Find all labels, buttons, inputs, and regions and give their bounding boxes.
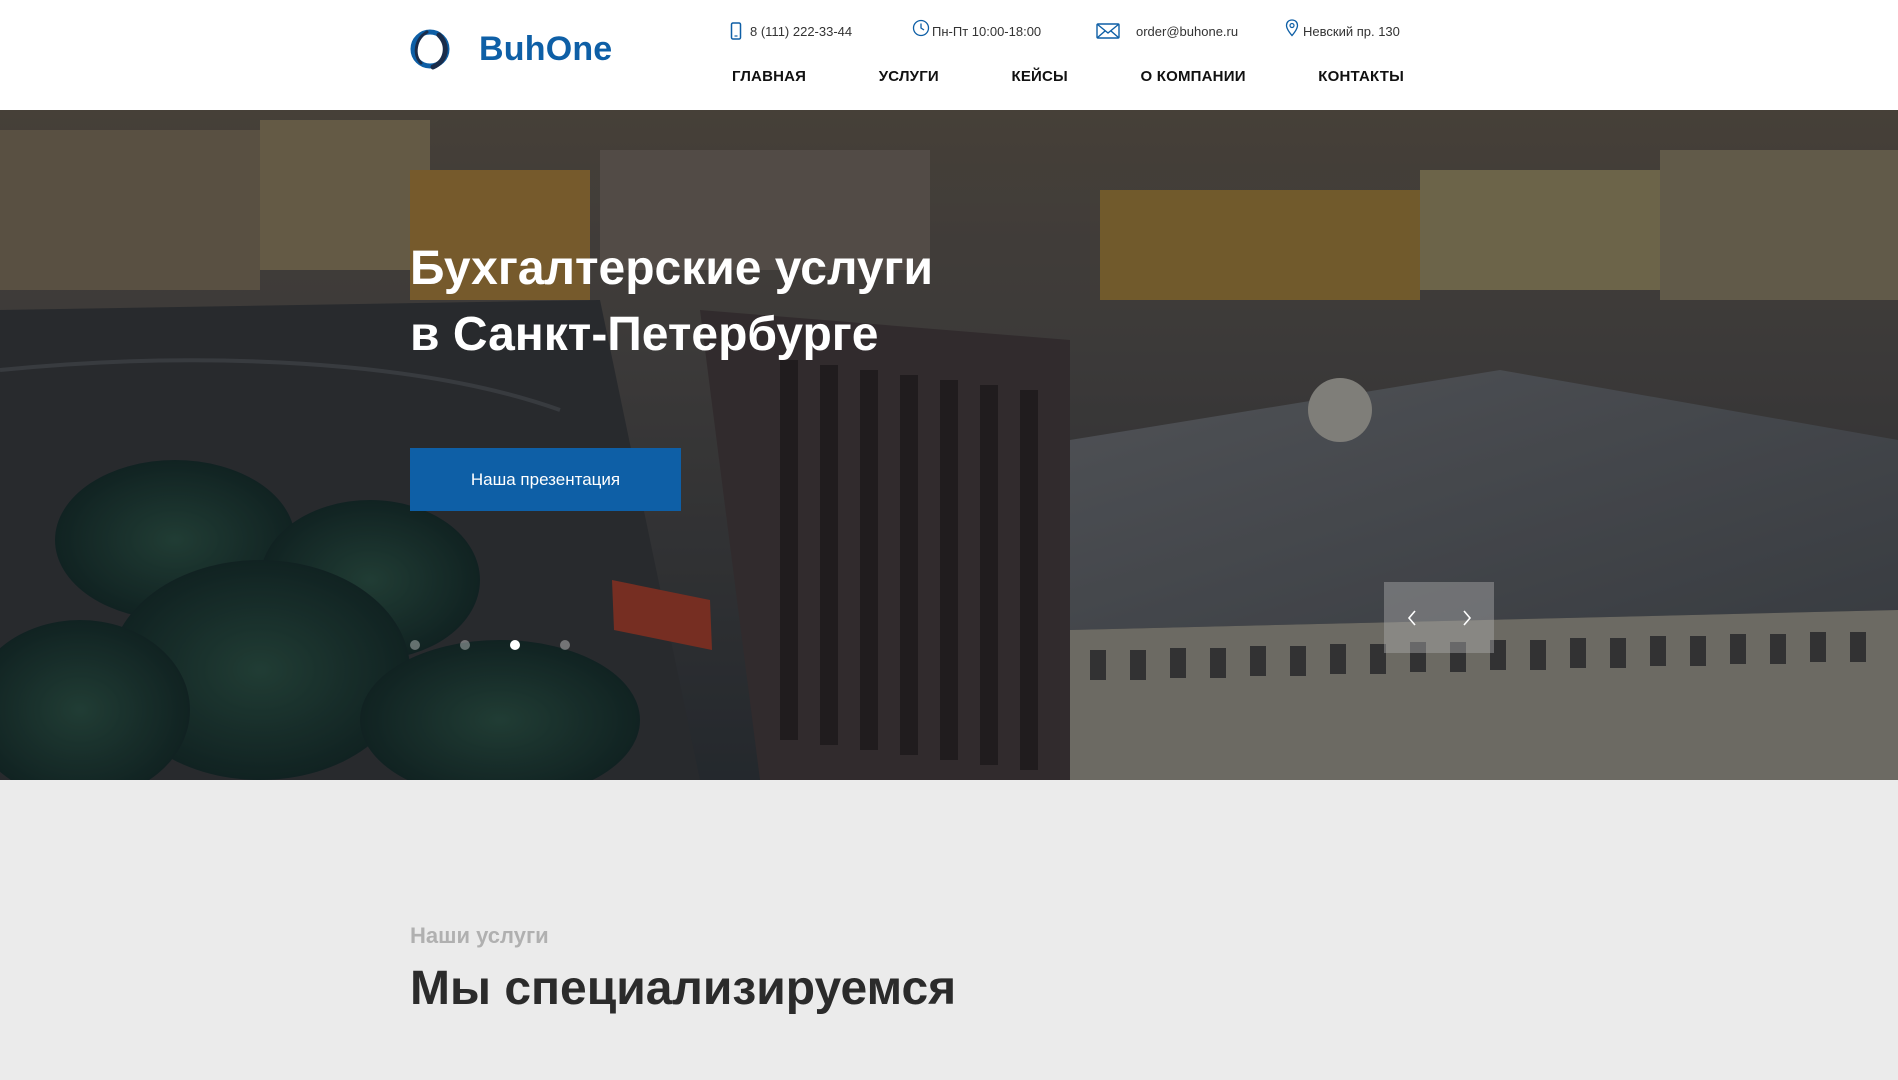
nav-item-cases[interactable]: КЕЙСЫ [1011, 68, 1067, 85]
main-nav: ГЛАВНАЯ УСЛУГИ КЕЙСЫ О КОМПАНИИ КОНТАКТЫ [732, 68, 1404, 85]
hero-title-line-2: в Санкт-Петербурге [410, 308, 879, 361]
slider-dots [410, 640, 610, 650]
services-section: Наши услуги Мы специализируемся [0, 780, 1898, 1080]
phone-text: 8 (111) 222-33-44 [750, 23, 853, 39]
chevron-right-icon [1462, 609, 1471, 626]
nav-item-contacts[interactable]: КОНТАКТЫ [1318, 68, 1404, 85]
clock-icon [912, 19, 930, 37]
chevron-left-icon [1407, 609, 1416, 626]
site-header: BuhOne 8 (111) 222-33-44 Пн-Пт 10:00-18:… [0, 0, 1898, 110]
services-title: Мы специализируемся [410, 962, 957, 1015]
hero-title-line-1: Бухгалтерские услуги [410, 242, 934, 295]
slider-next-button[interactable] [1439, 582, 1494, 653]
contact-email[interactable]: order@buhone.ru [1096, 20, 1238, 42]
mail-icon [1096, 23, 1120, 39]
contact-phone[interactable]: 8 (111) 222-33-44 [730, 20, 852, 42]
logo-text: BuhOne [479, 29, 613, 68]
hero-slider: Бухгалтерские услуги в Санкт-Петербурге … [0, 110, 1898, 780]
services-subtitle: Наши услуги [410, 923, 549, 948]
location-pin-icon [1285, 19, 1299, 37]
buhone-logo-icon [410, 29, 450, 70]
email-text: order@buhone.ru [1136, 23, 1239, 39]
contact-hours: Пн-Пт 10:00-18:00 [912, 19, 1042, 42]
phone-icon [730, 22, 742, 40]
contact-address: Невский пр. 130 [1285, 19, 1400, 42]
nav-item-about[interactable]: О КОМПАНИИ [1141, 68, 1246, 85]
hours-text: Пн-Пт 10:00-18:00 [932, 23, 1042, 39]
hero-title: Бухгалтерские услуги в Санкт-Петербурге [410, 236, 1110, 368]
slider-dot-3[interactable] [510, 640, 520, 650]
presentation-button[interactable]: Наша презентация [410, 448, 681, 511]
slider-dot-1[interactable] [410, 640, 420, 650]
slider-arrows [1384, 582, 1494, 653]
slider-prev-button[interactable] [1384, 582, 1439, 653]
nav-item-services[interactable]: УСЛУГИ [879, 68, 939, 85]
address-text: Невский пр. 130 [1303, 23, 1400, 39]
slider-dot-4[interactable] [560, 640, 570, 650]
hero-overlay [0, 110, 1898, 780]
logo-link[interactable]: BuhOne [409, 27, 612, 71]
nav-item-home[interactable]: ГЛАВНАЯ [732, 68, 806, 85]
slider-dot-2[interactable] [460, 640, 470, 650]
